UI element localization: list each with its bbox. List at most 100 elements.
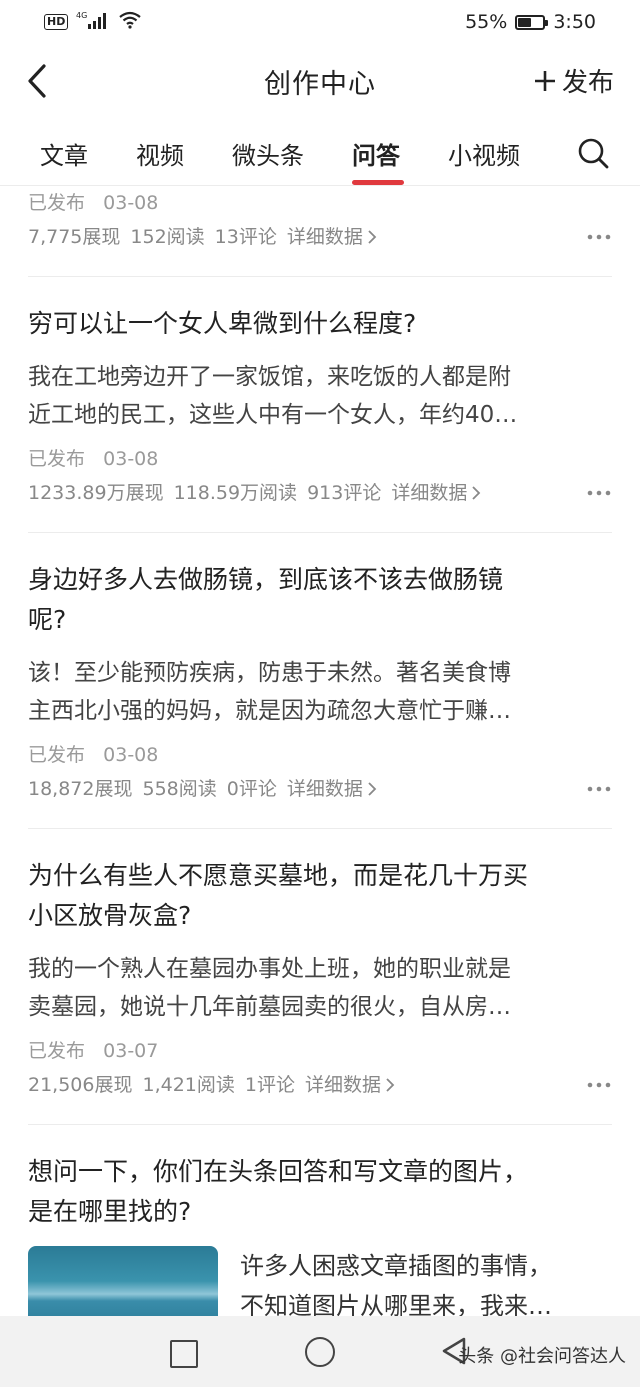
stats-row: 18,872展现 558阅读 0评论 详细数据: [28, 776, 377, 802]
comment-count: 0评论: [226, 778, 277, 800]
title-line: 是在哪里找的?: [28, 1197, 192, 1226]
tab-articles[interactable]: 文章: [40, 136, 88, 171]
excerpt-line: 许多人困惑文章插图的事情，: [240, 1252, 552, 1280]
view-count: 18,872展现: [28, 778, 133, 800]
tab-short-videos[interactable]: 小视频: [448, 136, 520, 171]
stats-row: 21,506展现 1,421阅读 1评论 详细数据: [28, 1072, 395, 1098]
comment-count: 13评论: [214, 226, 277, 248]
publish-date: 03-07: [103, 1040, 159, 1062]
clock: 3:50: [553, 11, 596, 33]
publish-meta: 已发布 03-08: [28, 446, 158, 472]
content-tabs: 文章 视频 微头条 问答 小视频: [0, 118, 640, 186]
comment-count: 1评论: [244, 1074, 295, 1096]
chevron-right-icon: [368, 782, 377, 796]
publish-meta: 已发布 03-08: [28, 190, 158, 216]
publish-date: 03-08: [103, 744, 159, 766]
battery-fill: [518, 17, 531, 27]
detail-data-link[interactable]: 详细数据: [287, 224, 377, 250]
chevron-right-icon: [472, 486, 481, 500]
question-title[interactable]: 穷可以让一个女人卑微到什么程度?: [28, 304, 416, 344]
signal-icon: 4G: [76, 11, 110, 34]
excerpt-line: 近工地的民工，这些人中有一个女人，年约40…: [28, 402, 518, 428]
detail-data-link[interactable]: 详细数据: [391, 480, 481, 506]
home-button[interactable]: [305, 1337, 335, 1367]
read-count: 558阅读: [142, 778, 217, 800]
detail-data-label: 详细数据: [391, 482, 468, 504]
read-count: 118.59万阅读: [173, 482, 298, 504]
more-options-icon[interactable]: [586, 784, 612, 794]
hd-badge: HD: [44, 14, 69, 30]
list-item[interactable]: 身边好多人去做肠镜，到底该不该去做肠镜 呢? 该！至少能预防疾病，防患于未然。著…: [28, 532, 612, 829]
publish-status: 已发布: [28, 744, 86, 766]
detail-data-label: 详细数据: [304, 1074, 381, 1096]
list-item[interactable]: 穷可以让一个女人卑微到什么程度? 我在工地旁边开了一家饭馆，来吃饭的人都是附 近…: [28, 276, 612, 533]
tab-micro-posts[interactable]: 微头条: [232, 136, 304, 171]
view-count: 21,506展现: [28, 1074, 133, 1096]
comment-count: 913评论: [307, 482, 382, 504]
publish-label: 发布: [561, 68, 614, 98]
battery-icon: [515, 14, 549, 30]
tab-videos[interactable]: 视频: [136, 136, 184, 171]
title-line: 想问一下，你们在头条回答和写文章的图片，: [28, 1157, 529, 1186]
publish-meta: 已发布 03-08: [28, 742, 158, 768]
plus-icon: [534, 70, 555, 91]
excerpt-line: 我在工地旁边开了一家饭馆，来吃饭的人都是附: [28, 364, 511, 390]
answer-excerpt: 许多人困惑文章插图的事情， 不知道图片从哪里来，我来…: [240, 1246, 612, 1316]
more-options-icon[interactable]: [586, 488, 612, 498]
title-line: 身边好多人去做肠镜，到底该不该去做肠镜: [28, 565, 504, 594]
title-line: 小区放骨灰盒?: [28, 901, 192, 930]
page-title: 创作中心: [264, 68, 376, 100]
excerpt-line: 卖墓园，她说十几年前墓园卖的很火，自从房…: [28, 994, 511, 1020]
publish-date: 03-08: [103, 192, 159, 214]
system-nav-bar: 头条 @社会问答达人: [0, 1316, 640, 1387]
answer-excerpt: 我的一个熟人在墓园办事处上班，她的职业就是 卖墓园，她说十几年前墓园卖的很火，自…: [28, 950, 511, 1026]
publish-status: 已发布: [28, 1040, 86, 1062]
view-count: 7,775展现: [28, 226, 121, 248]
question-title[interactable]: 为什么有些人不愿意买墓地，而是花几十万买 小区放骨灰盒?: [28, 856, 528, 936]
read-count: 1,421阅读: [142, 1074, 235, 1096]
publish-button[interactable]: 发布: [532, 62, 614, 99]
read-count: 152阅读: [130, 226, 205, 248]
detail-data-link[interactable]: 详细数据: [305, 1072, 395, 1098]
list-item[interactable]: 想问一下，你们在头条回答和写文章的图片， 是在哪里找的? 许多人困惑文章插图的事…: [28, 1124, 612, 1316]
excerpt-line: 我的一个熟人在墓园办事处上班，她的职业就是: [28, 956, 511, 982]
detail-data-label: 详细数据: [286, 778, 363, 800]
recent-apps-button[interactable]: [170, 1340, 198, 1368]
chevron-right-icon: [386, 1078, 395, 1092]
battery-percent: 55%: [465, 11, 508, 33]
excerpt-line: 该！至少能预防疾病，防患于未然。著名美食博: [28, 660, 511, 686]
publish-meta: 已发布 03-07: [28, 1038, 158, 1064]
excerpt-line: 不知道图片从哪里来，我来…: [240, 1292, 552, 1316]
stats-row: 7,775展现 152阅读 13评论 详细数据: [28, 224, 377, 250]
top-nav-bar: 创作中心 发布: [0, 44, 640, 118]
search-button[interactable]: [576, 136, 610, 170]
answers-feed: 已发布 03-08 7,775展现 152阅读 13评论 详细数据 穷可以让一个…: [0, 186, 640, 1316]
wifi-icon: [118, 11, 142, 34]
title-line: 呢?: [28, 605, 67, 634]
excerpt-line: 主西北小强的妈妈，就是因为疏忽大意忙于赚…: [28, 698, 511, 724]
answer-excerpt: 我在工地旁边开了一家饭馆，来吃饭的人都是附 近工地的民工，这些人中有一个女人，年…: [28, 358, 517, 434]
answer-excerpt: 该！至少能预防疾病，防患于未然。著名美食博 主西北小强的妈妈，就是因为疏忽大意忙…: [28, 654, 511, 730]
question-title[interactable]: 想问一下，你们在头条回答和写文章的图片， 是在哪里找的?: [28, 1152, 528, 1232]
publish-status: 已发布: [28, 448, 86, 470]
list-item[interactable]: 已发布 03-08 7,775展现 152阅读 13评论 详细数据: [28, 186, 612, 277]
publish-date: 03-08: [103, 448, 159, 470]
more-options-icon[interactable]: [586, 1080, 612, 1090]
watermark: 头条 @社会问答达人: [458, 1346, 626, 1367]
chevron-right-icon: [368, 230, 377, 244]
stats-row: 1233.89万展现 118.59万阅读 913评论 详细数据: [28, 480, 481, 506]
detail-data-link[interactable]: 详细数据: [287, 776, 377, 802]
search-icon: [578, 138, 609, 169]
status-left: HD 4G: [44, 11, 142, 34]
tab-qa[interactable]: 问答: [352, 136, 400, 171]
answer-thumbnail[interactable]: [28, 1246, 218, 1316]
view-count: 1233.89万展现: [28, 482, 164, 504]
title-line: 为什么有些人不愿意买墓地，而是花几十万买: [28, 861, 529, 890]
list-item[interactable]: 为什么有些人不愿意买墓地，而是花几十万买 小区放骨灰盒? 我的一个熟人在墓园办事…: [28, 828, 612, 1125]
question-title[interactable]: 身边好多人去做肠镜，到底该不该去做肠镜 呢?: [28, 560, 503, 640]
status-right: 55% 3:50: [465, 11, 596, 33]
back-button[interactable]: [22, 62, 58, 100]
publish-status: 已发布: [28, 192, 86, 214]
active-tab-indicator: [352, 180, 404, 185]
more-options-icon[interactable]: [586, 232, 612, 242]
